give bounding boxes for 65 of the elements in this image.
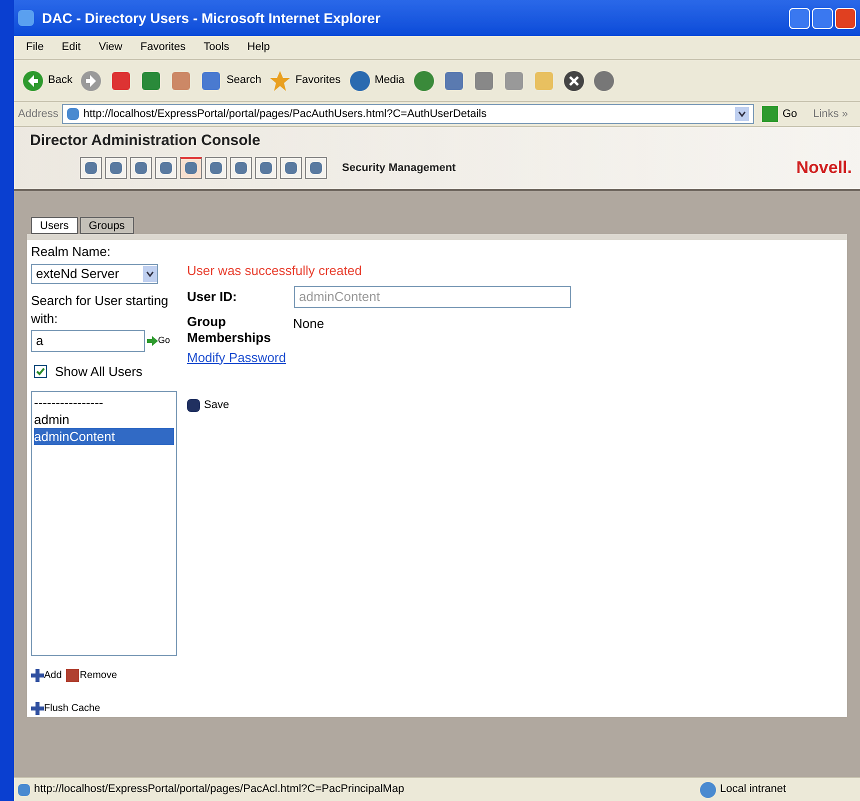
- show-all-label: Show All Users: [55, 362, 142, 380]
- window-title: DAC - Directory Users - Microsoft Internet Explorer: [42, 8, 380, 28]
- tab[interactable]: Groups: [80, 217, 134, 234]
- user-list-item[interactable]: admin: [34, 411, 174, 428]
- console-tool-button[interactable]: [130, 156, 152, 179]
- modify-password-link[interactable]: Modify Password: [187, 348, 571, 367]
- dropdown-icon[interactable]: [735, 107, 750, 121]
- console-tool-button[interactable]: [230, 156, 252, 179]
- search-label: Search for User starting with:: [31, 292, 170, 328]
- success-message: User was successfully created: [187, 262, 363, 280]
- minimize-button[interactable]: [789, 8, 810, 28]
- user-id-label: User ID:: [187, 288, 238, 306]
- user-list-item[interactable]: ----------------: [34, 394, 174, 411]
- status-url: http://localhost/ExpressPortal/portal/pages/PacAcl.html?C=PacPrincipalMap: [34, 782, 406, 798]
- group-memberships-label: Group Memberships: [187, 314, 272, 346]
- console-tool-button[interactable]: [255, 156, 277, 179]
- console-title: Director Administration Console: [30, 130, 260, 151]
- go-button[interactable]: Go: [147, 334, 170, 348]
- favorites-button[interactable]: Favorites: [269, 70, 341, 92]
- maximize-button[interactable]: [812, 8, 833, 28]
- links-label[interactable]: Links »: [805, 106, 856, 122]
- console-tool-button[interactable]: [105, 156, 127, 179]
- realm-select[interactable]: exteNd Server: [31, 264, 158, 284]
- address-label: Address: [18, 106, 58, 122]
- menu-item[interactable]: Help: [247, 39, 270, 56]
- back-icon: [22, 70, 44, 92]
- dropdown-icon: [143, 266, 157, 282]
- console-tool-button[interactable]: [180, 156, 202, 179]
- address-url: http://localhost/ExpressPortal/portal/pages/PacAuthUsers.html?C=AuthUserDetails: [83, 106, 488, 122]
- search-field[interactable]: a: [31, 330, 145, 352]
- flush-cache-button[interactable]: Flush Cache: [31, 701, 181, 716]
- close-button[interactable]: [835, 8, 856, 28]
- section-title: Security Management: [342, 160, 456, 176]
- save-button[interactable]: Save: [187, 397, 571, 414]
- menu-item[interactable]: Tools: [204, 39, 230, 56]
- menu-item[interactable]: File: [26, 39, 44, 56]
- console-tool-button[interactable]: [205, 156, 227, 179]
- address-field[interactable]: http://localhost/ExpressPortal/portal/pages/PacAuthUsers.html?C=AuthUserDetails: [62, 104, 754, 124]
- group-memberships-value: None: [293, 314, 324, 332]
- plus-icon: [31, 669, 44, 682]
- plus-icon: [31, 702, 44, 715]
- user-list-item[interactable]: adminContent: [34, 428, 174, 445]
- remove-button[interactable]: Remove: [66, 668, 118, 683]
- add-button[interactable]: Add: [31, 668, 62, 683]
- media-button[interactable]: Media: [348, 70, 405, 92]
- close-icon: [562, 70, 585, 92]
- menu-item[interactable]: View: [98, 39, 122, 56]
- console-tool-button[interactable]: [280, 156, 302, 179]
- menu-item[interactable]: Favorites: [140, 39, 186, 56]
- favorites-icon: [269, 70, 292, 92]
- console-tool-button[interactable]: [80, 156, 102, 179]
- back-button[interactable]: Back: [22, 70, 72, 92]
- menu-item[interactable]: Edit: [62, 39, 81, 56]
- realm-label: Realm Name:: [31, 243, 112, 261]
- forward-icon: [80, 70, 102, 92]
- tab[interactable]: Users: [31, 217, 78, 234]
- console-tool-button[interactable]: [305, 156, 327, 179]
- brand-logo: Novell.: [796, 157, 852, 179]
- console-tool-button[interactable]: [155, 156, 177, 179]
- close-button[interactable]: [562, 70, 585, 92]
- search-button[interactable]: Search: [200, 70, 262, 92]
- checkbox[interactable]: [34, 364, 47, 378]
- go-button[interactable]: Go: [758, 106, 802, 122]
- zone-label: Local intranet: [720, 782, 788, 798]
- forward-button[interactable]: [80, 70, 102, 92]
